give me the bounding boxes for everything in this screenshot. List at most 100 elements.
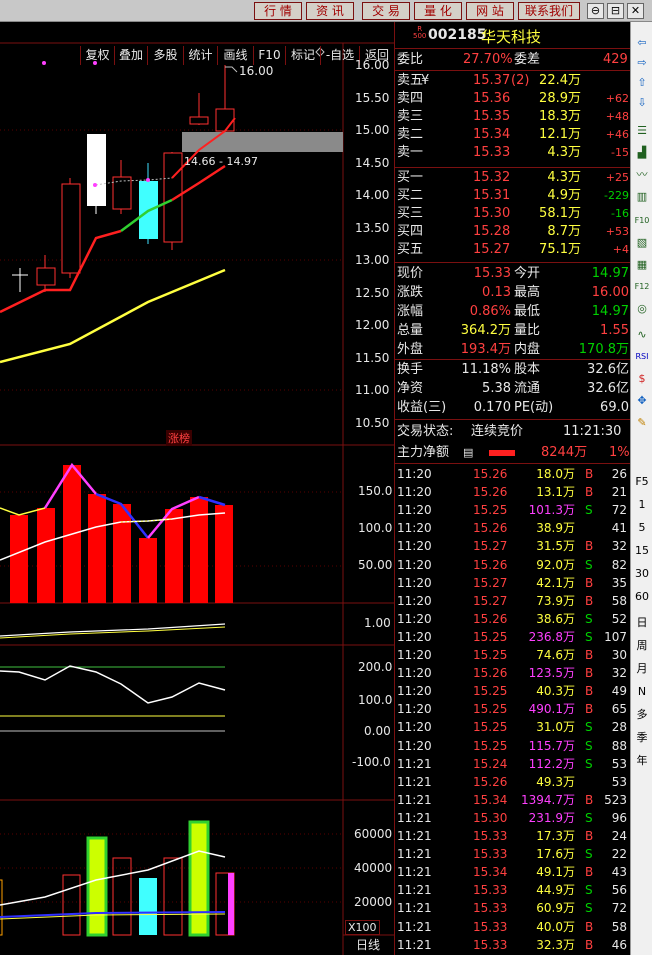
tick-count: 56: [611, 883, 627, 898]
tick-time: 11:21: [397, 919, 432, 934]
tick-count: 65: [611, 702, 627, 717]
minimize-icon[interactable]: ⊖: [587, 3, 604, 19]
ind3-axis-label: 0.00: [364, 724, 391, 738]
period-button[interactable]: N: [633, 683, 651, 701]
tick-row: 11:20 15.26 18.0万 B 26: [395, 465, 631, 483]
tool-f10[interactable]: F10: [253, 46, 285, 65]
fill-icon[interactable]: ▧: [633, 234, 651, 252]
period-button[interactable]: 季: [633, 729, 651, 747]
ask-row: 卖四 15.36 28.9万 +62: [395, 90, 631, 108]
level-label: 买五: [397, 242, 424, 257]
move-icon[interactable]: ✥: [633, 392, 651, 410]
tick-price: 15.25: [473, 702, 508, 717]
menu-quant[interactable]: 量 化: [414, 2, 462, 20]
period-button[interactable]: 15: [633, 542, 651, 560]
tick-time: 11:20: [397, 648, 432, 662]
stat-label: 现价: [397, 266, 424, 281]
kline-chart-area[interactable]: 复权 叠加 多股 统计 画线 F10 标记 -自选 返回 16.00 15.50…: [0, 22, 394, 955]
f12-icon[interactable]: F12: [633, 278, 651, 296]
tool-remove-favorite[interactable]: -自选: [320, 46, 359, 65]
period-button[interactable]: 1: [633, 496, 651, 514]
tick-row: 11:20 15.27 42.1万 B 35: [395, 574, 631, 592]
ask-row: 卖一 15.33 4.3万 -15: [395, 144, 631, 162]
tick-row: 11:20 15.25 31.0万 S 28: [395, 718, 631, 736]
period-button[interactable]: 30: [633, 565, 651, 583]
tool-overlay[interactable]: 叠加: [114, 46, 147, 65]
level-change: -16: [611, 207, 629, 220]
arrow-up-icon[interactable]: ⇧: [633, 74, 651, 92]
fund-row: 收益(三) 0.170 PE(动) 69.0: [395, 399, 631, 417]
tick-volume: 17.6万: [536, 847, 575, 862]
menu-website[interactable]: 网 站: [466, 2, 514, 20]
level-volume: 8.7万: [547, 224, 581, 239]
ring-icon[interactable]: ◎: [633, 300, 651, 318]
tool-mark[interactable]: 标记: [285, 46, 320, 65]
tick-time: 11:21: [397, 937, 432, 952]
period-button[interactable]: 日: [633, 614, 651, 632]
level-volume: 18.3万: [539, 109, 581, 124]
restore-icon[interactable]: ⊟: [607, 3, 624, 19]
menu-news[interactable]: 资 讯: [306, 2, 354, 20]
stat-label: 今开: [514, 266, 541, 281]
volume-axis-label: 60000: [354, 827, 393, 841]
tick-count: 35: [611, 575, 627, 590]
tick-row: 11:21 15.26 49.3万 53: [395, 773, 631, 791]
level-change: +48: [605, 110, 629, 123]
bar-icon[interactable]: ▥: [633, 188, 651, 206]
tick-volume: 17.3万: [536, 829, 575, 843]
arrow-left-icon[interactable]: ⇦: [633, 34, 651, 52]
high-price-label: 16.00: [239, 64, 274, 78]
arrow-right-icon[interactable]: ⇨: [633, 54, 651, 72]
level-price: 15.34: [473, 127, 511, 142]
rsi-icon[interactable]: RSI: [633, 348, 651, 366]
tick-time: 11:21: [397, 756, 432, 771]
period-button[interactable]: 月: [633, 660, 651, 678]
f10-icon[interactable]: F10: [633, 212, 651, 230]
tool-stats[interactable]: 统计: [183, 46, 217, 65]
pen-icon[interactable]: ✎: [633, 414, 651, 432]
period-button[interactable]: 5: [633, 519, 651, 537]
tick-row: 11:20 15.26 13.1万 B 21: [395, 483, 631, 501]
tool-restore-rights[interactable]: 复权: [80, 46, 114, 65]
fund-value: 11.18%: [461, 362, 511, 377]
fund-icon[interactable]: ▦: [633, 256, 651, 274]
list-icon[interactable]: ☰: [633, 122, 651, 140]
tick-volume: 13.1万: [536, 485, 575, 500]
price-axis-label: 15.50: [355, 91, 390, 105]
tick-direction: S: [585, 611, 593, 626]
tool-draw-line[interactable]: 画线: [217, 46, 253, 65]
period-button[interactable]: 多: [633, 706, 651, 724]
period-button[interactable]: 周: [633, 637, 651, 655]
tick-volume: 31.5万: [536, 539, 575, 554]
stat-value: 0.86%: [469, 304, 511, 319]
line-icon[interactable]: 〰: [633, 166, 651, 184]
period-button[interactable]: F5: [633, 473, 651, 491]
stat-row: 涨幅 0.86% 最低 14.97: [395, 303, 631, 321]
close-icon[interactable]: ✕: [627, 3, 644, 19]
fund-row: 换手 11.18% 股本 32.6亿: [395, 361, 631, 379]
list-icon[interactable]: ▤: [463, 444, 473, 462]
menu-quotes[interactable]: 行 情: [254, 2, 302, 20]
period-button[interactable]: 年: [633, 752, 651, 770]
volume-axis-label: 20000: [354, 895, 393, 909]
dollar-icon[interactable]: $: [633, 370, 651, 388]
arrow-down-icon[interactable]: ⇩: [633, 94, 651, 112]
menu-contact[interactable]: 联系我们: [518, 2, 580, 20]
period-label[interactable]: 日线: [356, 936, 380, 953]
tick-direction: B: [585, 593, 594, 608]
tick-time: 11:21: [397, 829, 432, 843]
price-axis-label: 15.00: [355, 123, 390, 137]
tool-multi-stock[interactable]: 多股: [147, 46, 183, 65]
volume-axis-label: 40000: [354, 861, 393, 875]
period-button[interactable]: 60: [633, 588, 651, 606]
tick-row: 11:21 15.33 60.9万 S 72: [395, 899, 631, 917]
tick-volume: 74.6万: [536, 648, 575, 662]
chart-icon[interactable]: ▟: [633, 144, 651, 162]
tick-time: 11:20: [397, 702, 432, 717]
tick-price: 15.33: [473, 883, 508, 898]
tick-row: 11:21 15.24 112.2万 S 53: [395, 755, 631, 773]
menu-trade[interactable]: 交 易: [362, 2, 410, 20]
level-price: 15.36: [473, 91, 511, 106]
wave-icon[interactable]: ∿: [633, 326, 651, 344]
tick-volume: 112.2万: [528, 756, 575, 771]
